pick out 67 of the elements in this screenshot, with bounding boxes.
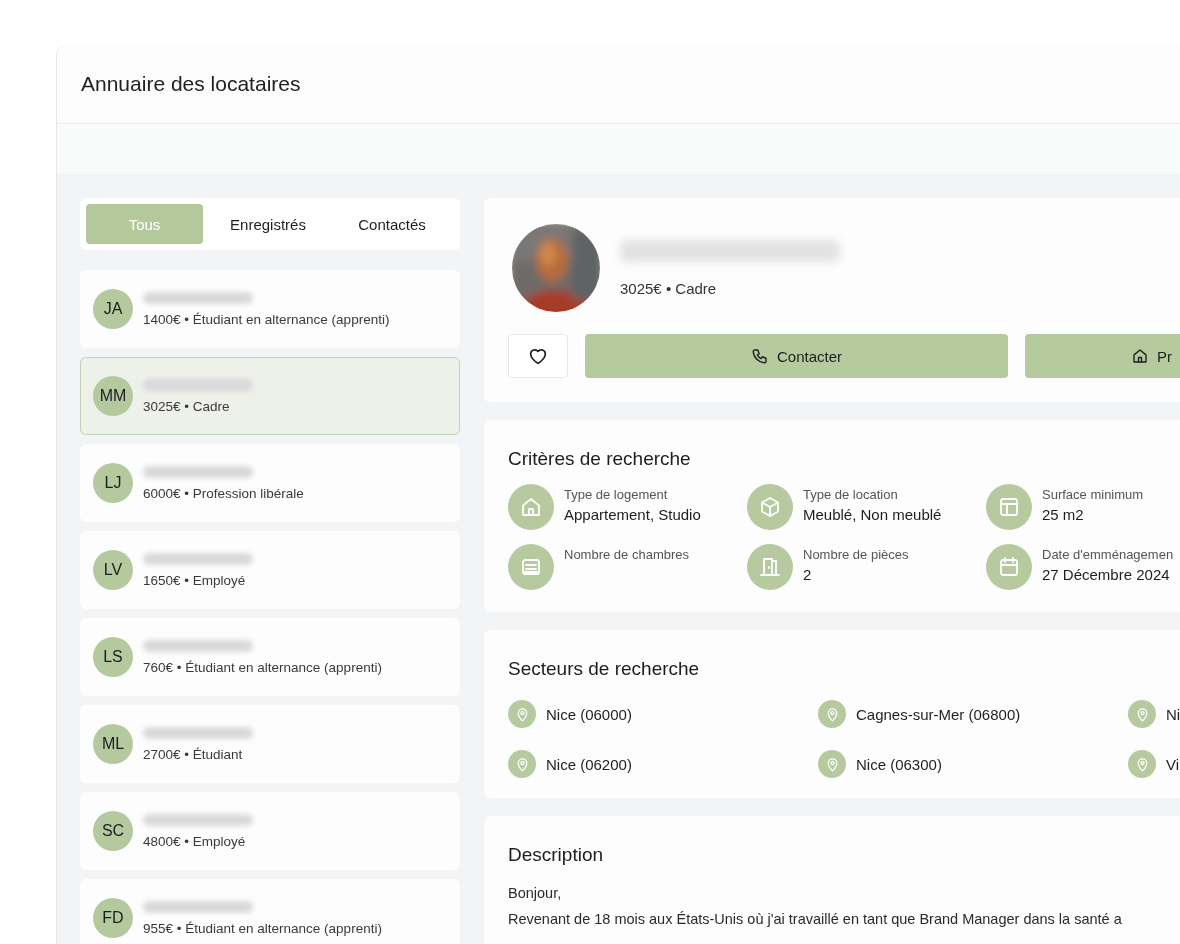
tenant-subtitle: 6000€ • Profession libérale xyxy=(143,485,304,501)
avatar: MM xyxy=(93,376,133,416)
criterion-value: 25 m2 xyxy=(1042,506,1085,523)
section-title: Critères de recherche xyxy=(508,448,692,470)
criterion-value: Appartement, Studio xyxy=(564,506,701,523)
tab[interactable]: Contactés xyxy=(330,204,454,244)
avatar: LV xyxy=(93,550,133,590)
tenant-subtitle: 760€ • Étudiant en alternance (apprenti) xyxy=(143,659,382,675)
avatar: JA xyxy=(93,289,133,329)
criterion-label: Nombre de pièces xyxy=(803,547,909,562)
location-pin-icon xyxy=(818,750,846,778)
cube-icon xyxy=(747,484,793,530)
bed-icon xyxy=(508,544,554,590)
tenant-card[interactable]: LJ 6000€ • Profession libérale xyxy=(80,444,460,522)
tenant-subtitle: 1650€ • Employé xyxy=(143,572,247,588)
location-pin-icon xyxy=(1128,750,1156,778)
tenant-card[interactable]: FD 955€ • Étudiant en alternance (apprenti) xyxy=(80,879,460,944)
tenant-subtitle: 2700€ • Étudiant xyxy=(143,746,244,762)
action-button[interactable]: Contacter xyxy=(585,334,1008,378)
location-pin-icon xyxy=(508,750,536,778)
criterion-value: Meublé, Non meublé xyxy=(803,506,942,523)
door-icon xyxy=(747,544,793,590)
sector-label: Vi xyxy=(1166,755,1180,773)
description-text: Bonjour, xyxy=(508,884,563,903)
sector-label: Nice (06200) xyxy=(546,755,632,773)
tab[interactable]: Enregistrés xyxy=(206,204,330,244)
avatar: LJ xyxy=(93,463,133,503)
section-title: Secteurs de recherche xyxy=(508,658,701,680)
phone-icon xyxy=(750,347,769,365)
criterion-label: Nombre de chambres xyxy=(564,547,689,562)
tenant-subtitle: 1400€ • Étudiant en alternance (apprenti) xyxy=(143,311,390,327)
layout-icon xyxy=(986,484,1032,530)
tenant-card[interactable]: ML 2700€ • Étudiant xyxy=(80,705,460,783)
avatar: SC xyxy=(93,811,133,851)
tenant-subtitle: 4800€ • Employé xyxy=(143,833,247,849)
location-pin-icon xyxy=(1128,700,1156,728)
page-title: Annuaire des locataires xyxy=(81,72,301,96)
tenant-subtitle: 3025€ • Cadre xyxy=(143,398,231,414)
tenant-card[interactable]: JA 1400€ • Étudiant en alternance (apprenti) xyxy=(80,270,460,348)
location-pin-icon xyxy=(508,700,536,728)
calendar-icon xyxy=(986,544,1032,590)
description-text: Revenant de 18 mois aux États-Unis où j'ai travaillé en tant que Brand Manager dans la santé a xyxy=(508,910,1123,929)
tenant-subtitle: 955€ • Étudiant en alternance (apprenti) xyxy=(143,920,382,936)
tenant-card[interactable]: LS 760€ • Étudiant en alternance (apprenti) xyxy=(80,618,460,696)
sector-label: Ni xyxy=(1166,705,1180,723)
criterion-label: Type de logement xyxy=(564,487,669,502)
action-button[interactable]: Pr xyxy=(1025,334,1180,378)
profile-subtitle: 3025€ • Cadre xyxy=(620,279,718,297)
criterion-label: Surface minimum xyxy=(1042,487,1144,502)
sector-label: Nice (06300) xyxy=(856,755,942,773)
avatar: LS xyxy=(93,637,133,677)
sector-label: Nice (06000) xyxy=(546,705,632,723)
tenant-card[interactable]: SC 4800€ • Employé xyxy=(80,792,460,870)
criterion-label: Type de location xyxy=(803,487,899,502)
tenant-card[interactable]: LV 1650€ • Employé xyxy=(80,531,460,609)
section-title: Description xyxy=(508,844,605,866)
sector-label: Cagnes-sur-Mer (06800) xyxy=(856,705,1021,723)
location-pin-icon xyxy=(818,700,846,728)
house-icon xyxy=(1131,347,1149,365)
house-icon xyxy=(508,484,554,530)
criterion-value: 27 Décembre 2024 xyxy=(1042,566,1171,583)
favorite-button[interactable] xyxy=(508,334,568,378)
avatar: FD xyxy=(93,898,133,938)
criterion-value: 2 xyxy=(803,566,813,583)
avatar: ML xyxy=(93,724,133,764)
tenant-card[interactable]: MM 3025€ • Cadre xyxy=(80,357,460,435)
criterion-label: Date d'emménagemen xyxy=(1042,547,1174,562)
